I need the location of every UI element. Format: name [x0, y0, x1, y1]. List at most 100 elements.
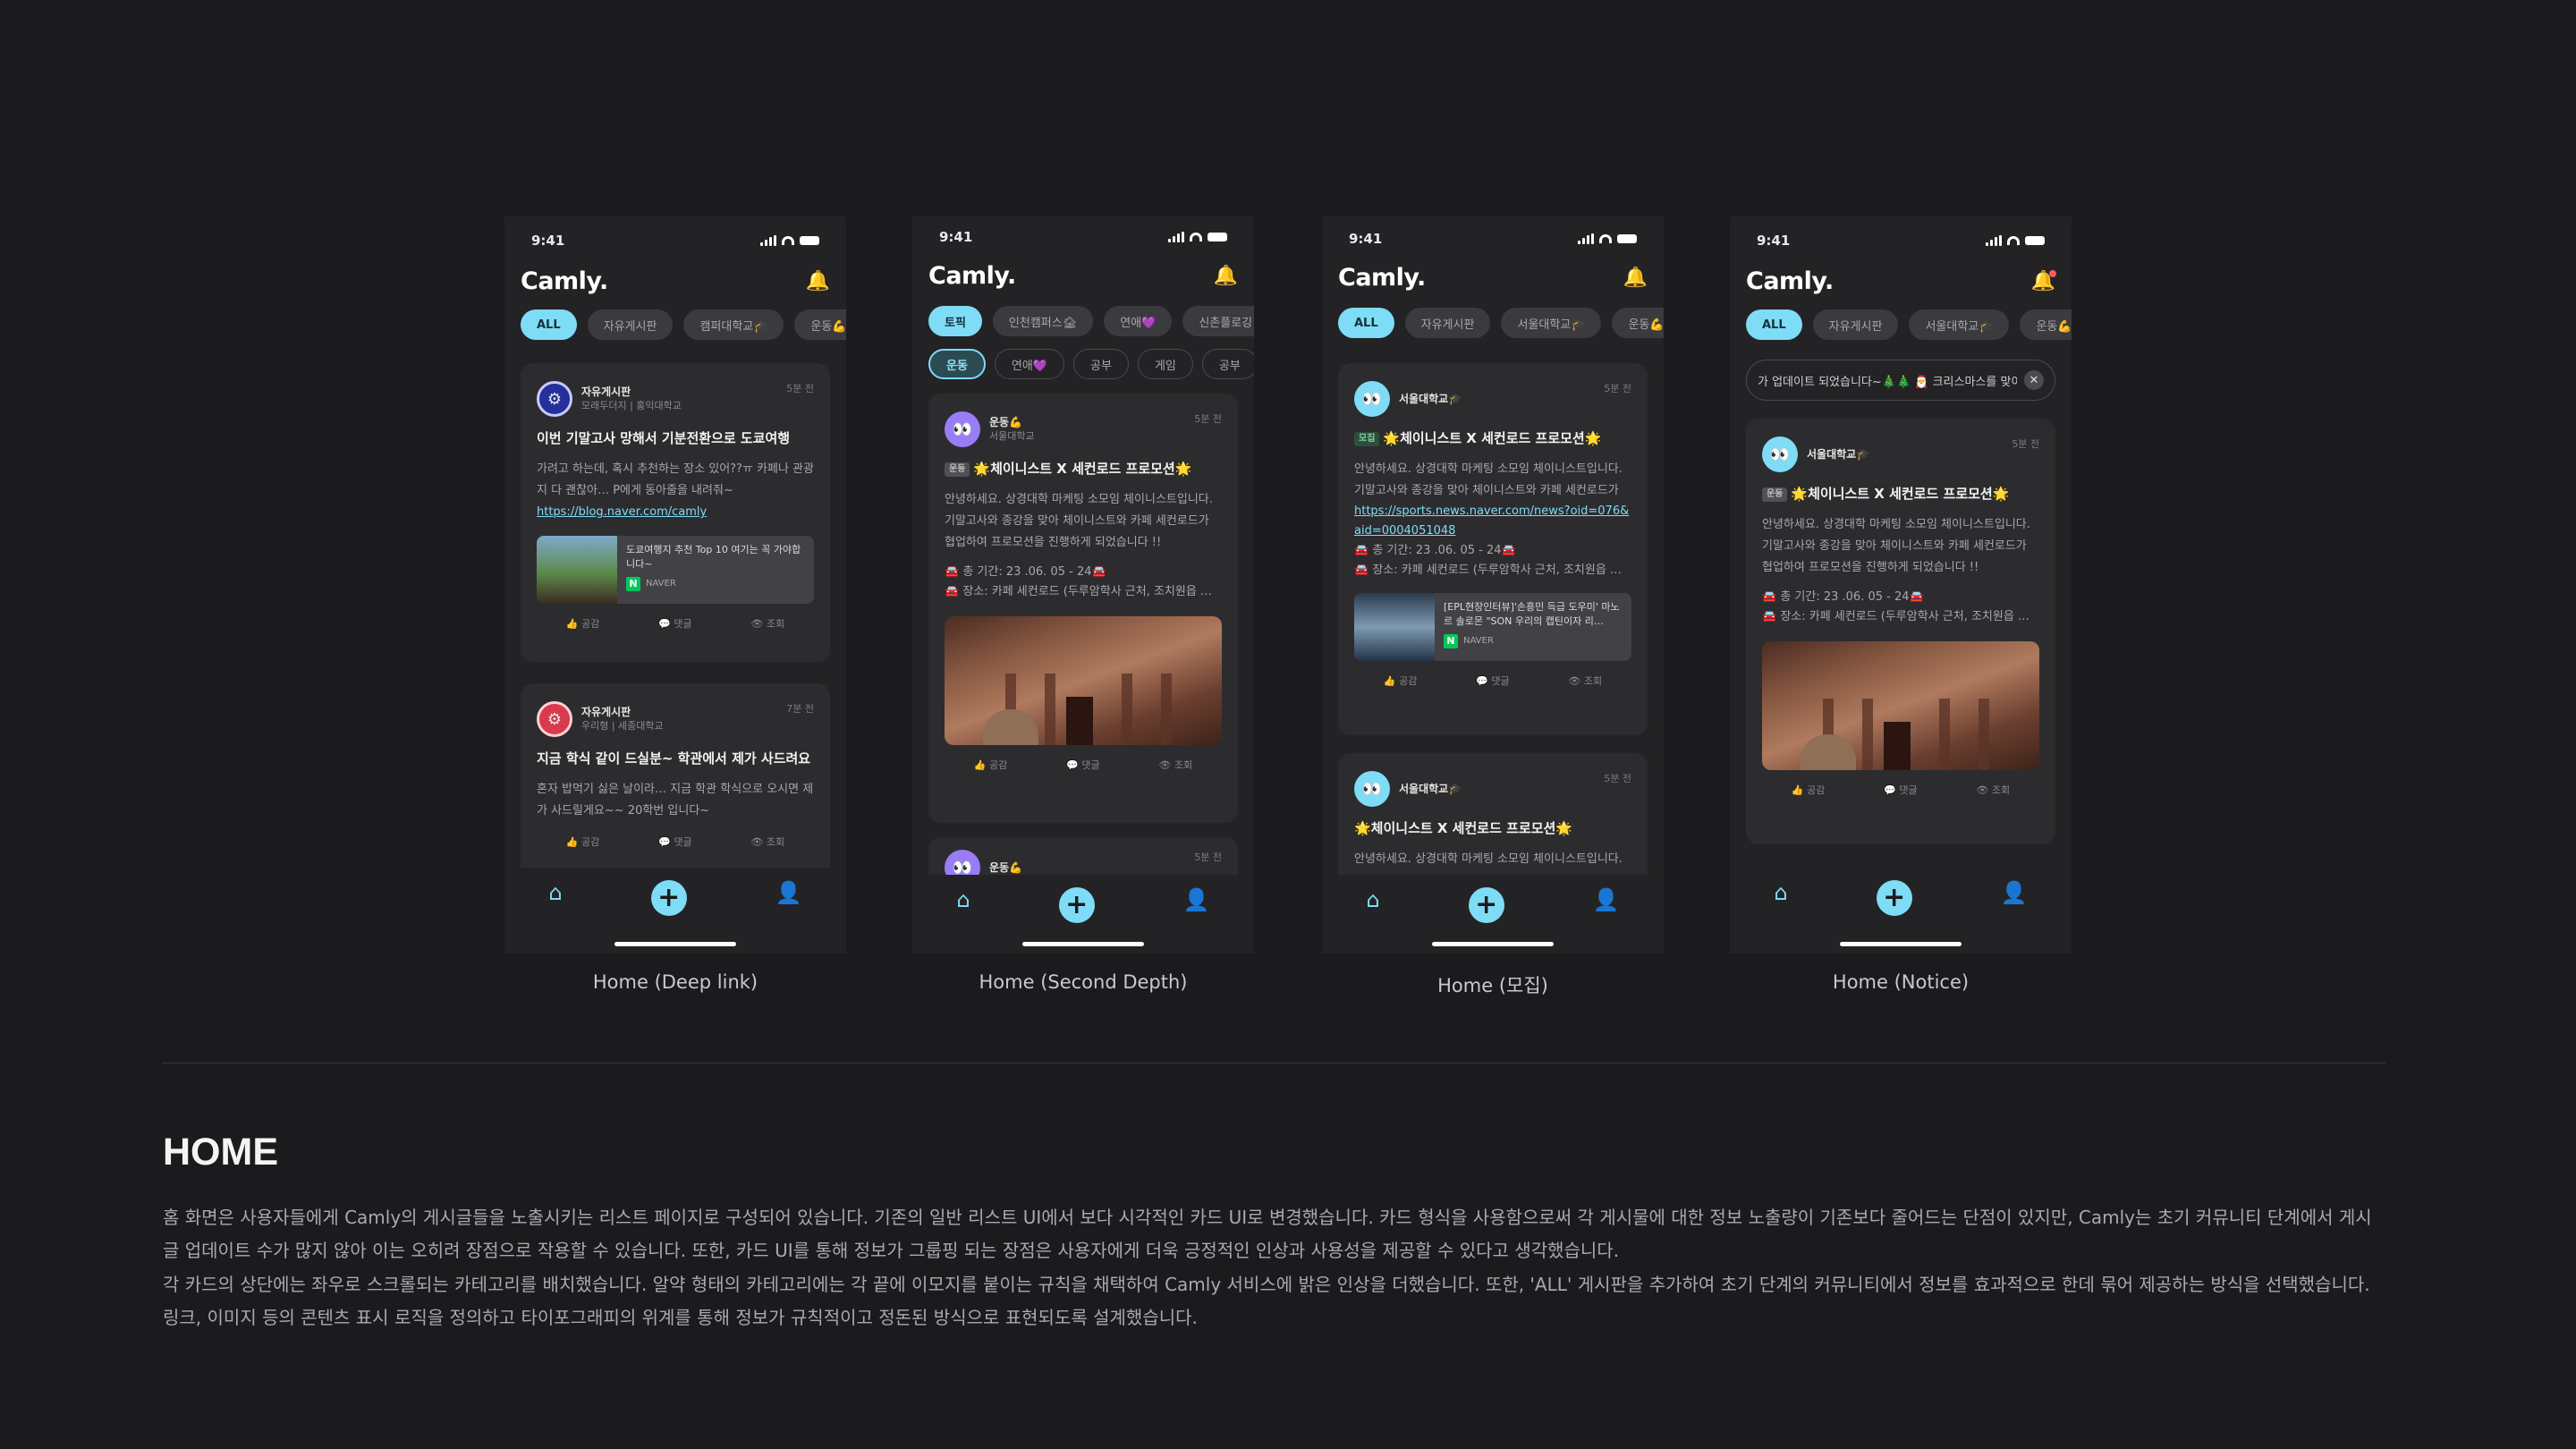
post-photo[interactable] [945, 616, 1222, 746]
battery-icon [1617, 234, 1637, 243]
like-button[interactable]: 👍 공감 [1792, 783, 1825, 797]
home-icon[interactable]: ⌂ [1774, 880, 1787, 905]
profile-icon[interactable]: 👤 [1183, 887, 1210, 912]
profile-icon[interactable]: 👤 [2001, 880, 2028, 905]
naver-icon: N [626, 577, 640, 592]
home-icon[interactable]: ⌂ [956, 887, 970, 912]
post-author: 우리형 | 세종대학교 [581, 719, 664, 732]
category-chips: 토픽 인천캠퍼스🏚 연애💜 신촌플로깅🏖 [928, 306, 1254, 336]
chip-incheon[interactable]: 인천캠퍼스🏚 [992, 306, 1094, 336]
post-time: 5분 전 [1194, 413, 1222, 425]
signal-icon [1168, 232, 1184, 242]
link-preview[interactable]: [EPL현장인터뷰]'손흥민 득급 도우미' 마노르 솔로몬 "SON 우리의 … [1354, 593, 1631, 662]
signal-icon [1578, 233, 1594, 244]
plus-icon[interactable]: + [1876, 880, 1912, 916]
notice-text: 가 업데이트 되었습니다~🎄🎄 🎅 크리스마스를 맞이 [1758, 375, 2017, 389]
post-title: 지금 학식 같이 드실분~ 학관에서 제가 사드려요 [537, 750, 811, 767]
chip-topic[interactable]: 토픽 [928, 306, 982, 336]
home-icon[interactable]: ⌂ [548, 880, 562, 905]
link-source: NAVER [646, 578, 676, 589]
post-author: 모래두더지 | 홍익대학교 [581, 399, 682, 411]
chip-all[interactable]: ALL [521, 309, 577, 340]
like-button[interactable]: 👍 공감 [1384, 674, 1417, 688]
plus-icon[interactable]: + [1468, 887, 1504, 923]
post-actions: 👍 공감 💬 댓글 👁 조회 [1354, 674, 1631, 688]
comment-button[interactable]: 💬 댓글 [658, 835, 691, 849]
link-preview[interactable]: 도쿄여행지 추천 Top 10 여기는 꼭 가야합니다~ N NAVER [537, 536, 814, 605]
comment-button[interactable]: 💬 댓글 [1884, 783, 1917, 797]
post-title: 이번 기말고사 망해서 기분전환으로 도쿄여행 [537, 430, 791, 446]
app-logo: Camly. [928, 261, 1016, 290]
post-board: 자유게시판 [581, 706, 631, 719]
status-bar: 9:41 [1757, 231, 2045, 250]
post-body: 가려고 하는데, 혹시 추천하는 장소 있어??ㅠ 카페나 관광지 다 괜찮아…… [537, 462, 814, 498]
profile-icon[interactable]: 👤 [775, 880, 802, 905]
chip-campus[interactable]: 캠퍼대학교🎓 [683, 309, 784, 340]
tab-bar: ⌂ + 👤 [504, 868, 846, 953]
post-time: 5분 전 [1604, 383, 1631, 394]
post-period: 🚘 총 기간: 23 .06. 05 - 24🚘 [945, 565, 1106, 580]
subchip-game[interactable]: 게임 [1137, 349, 1193, 379]
chip-exercise[interactable]: 운동💪 [1612, 308, 1664, 338]
like-button[interactable]: 👍 공감 [566, 616, 599, 631]
comment-button[interactable]: 💬 댓글 [658, 616, 691, 631]
close-icon[interactable]: ✕ [2024, 370, 2044, 390]
avatar: ⚙ [537, 381, 572, 417]
post-link[interactable]: https://blog.naver.com/camly [537, 502, 814, 523]
post-card[interactable]: 👀 운동💪 서울대학교 5분 전 운동 🌟체이니스트 X 세컨로드 프로모션🌟 안… [928, 394, 1238, 823]
post-card[interactable]: ⚙ 자유게시판 모래두더지 | 홍익대학교 5분 전 이번 기말고사 망해서 기… [521, 363, 830, 662]
app-logo: Camly. [521, 267, 608, 295]
comment-button[interactable]: 💬 댓글 [1476, 674, 1509, 688]
chip-free-board[interactable]: 자유게시판 [587, 309, 674, 340]
chip-all[interactable]: ALL [1746, 309, 1802, 340]
bell-icon[interactable]: 🔔 [1623, 267, 1648, 289]
chip-seoul-univ[interactable]: 서울대학교🎓 [1909, 309, 2010, 340]
app-logo: Camly. [1338, 263, 1426, 292]
chip-love[interactable]: 연애💜 [1104, 306, 1173, 336]
bell-icon[interactable]: 🔔 [806, 270, 830, 292]
chip-all[interactable]: ALL [1338, 308, 1394, 338]
chip-exercise[interactable]: 운동💪 [2020, 309, 2072, 340]
profile-icon[interactable]: 👤 [1593, 887, 1620, 912]
post-card[interactable]: 👀 서울대학교🎓 5분 전 🌟체이니스트 X 세컨로드 프로모션🌟 안녕하세요.… [1338, 753, 1648, 887]
views-count: 👁 조회 [1568, 675, 1603, 688]
views-count: 👁 조회 [750, 618, 785, 631]
post-link[interactable]: https://sports.news.naver.com/news?oid=0… [1354, 502, 1631, 541]
subchip-study-2[interactable]: 공부 [1201, 349, 1254, 379]
chip-free-board[interactable]: 자유게시판 [1404, 308, 1491, 338]
chip-exercise[interactable]: 운동💪 [794, 309, 846, 340]
category-chips: ALL 자유게시판 캠퍼대학교🎓 운동💪 [521, 309, 846, 340]
phone-home-second-depth: 9:41 Camly. 🔔 토픽 인천캠퍼스🏚 연애💜 신촌플로깅🏖 운동 연애… [912, 216, 1254, 953]
bell-icon[interactable]: 🔔 [1214, 265, 1238, 287]
notice-banner[interactable]: 가 업데이트 되었습니다~🎄🎄 🎅 크리스마스를 맞이 ✕ [1746, 360, 2055, 401]
status-time: 9:41 [1757, 233, 1791, 249]
wifi-icon [1599, 234, 1612, 243]
status-time: 9:41 [531, 233, 565, 249]
post-card[interactable]: 👀 서울대학교🎓 5분 전 모집 🌟체이니스트 X 세컨로드 프로모션🌟 안녕하세… [1338, 363, 1648, 735]
plus-icon[interactable]: + [650, 880, 687, 916]
status-time: 9:41 [939, 229, 973, 245]
chip-seoul-univ[interactable]: 서울대학교🎓 [1501, 308, 1602, 338]
phone-home-notice: 9:41 Camly. 🔔 ALL 자유게시판 서울대학교🎓 운동💪 가 업데이… [1730, 216, 2072, 953]
chip-sinchon[interactable]: 신촌플로깅🏖 [1182, 306, 1254, 336]
like-button[interactable]: 👍 공감 [974, 758, 1007, 772]
subchip-exercise[interactable]: 운동 [928, 349, 986, 379]
battery-icon [1208, 233, 1227, 242]
post-photo[interactable] [1762, 641, 2039, 771]
post-author: 서울대학교 [989, 429, 1035, 442]
subchip-love[interactable]: 연애💜 [994, 349, 1065, 379]
home-icon[interactable]: ⌂ [1366, 887, 1379, 912]
post-board: 서울대학교🎓 [1399, 392, 1462, 405]
comment-button[interactable]: 💬 댓글 [1066, 758, 1099, 772]
status-bar: 9:41 [939, 227, 1227, 247]
phone-home-deep-link: 9:41 Camly. 🔔 ALL 자유게시판 캠퍼대학교🎓 운동💪 ⚙ 자유게… [504, 216, 846, 953]
bell-icon[interactable]: 🔔 [2031, 269, 2056, 292]
post-board: 운동💪 [989, 860, 1023, 874]
screen-caption: Home (Notice) [1832, 971, 1970, 993]
like-button[interactable]: 👍 공감 [566, 835, 599, 849]
post-card[interactable]: 👀 서울대학교🎓 5분 전 운동 🌟체이니스트 X 세컨로드 프로모션🌟 안녕하세… [1746, 419, 2055, 844]
plus-icon[interactable]: + [1058, 887, 1095, 923]
subchip-study[interactable]: 공부 [1073, 349, 1129, 379]
chip-free-board[interactable]: 자유게시판 [1812, 309, 1899, 340]
avatar: 👀 [945, 411, 980, 447]
